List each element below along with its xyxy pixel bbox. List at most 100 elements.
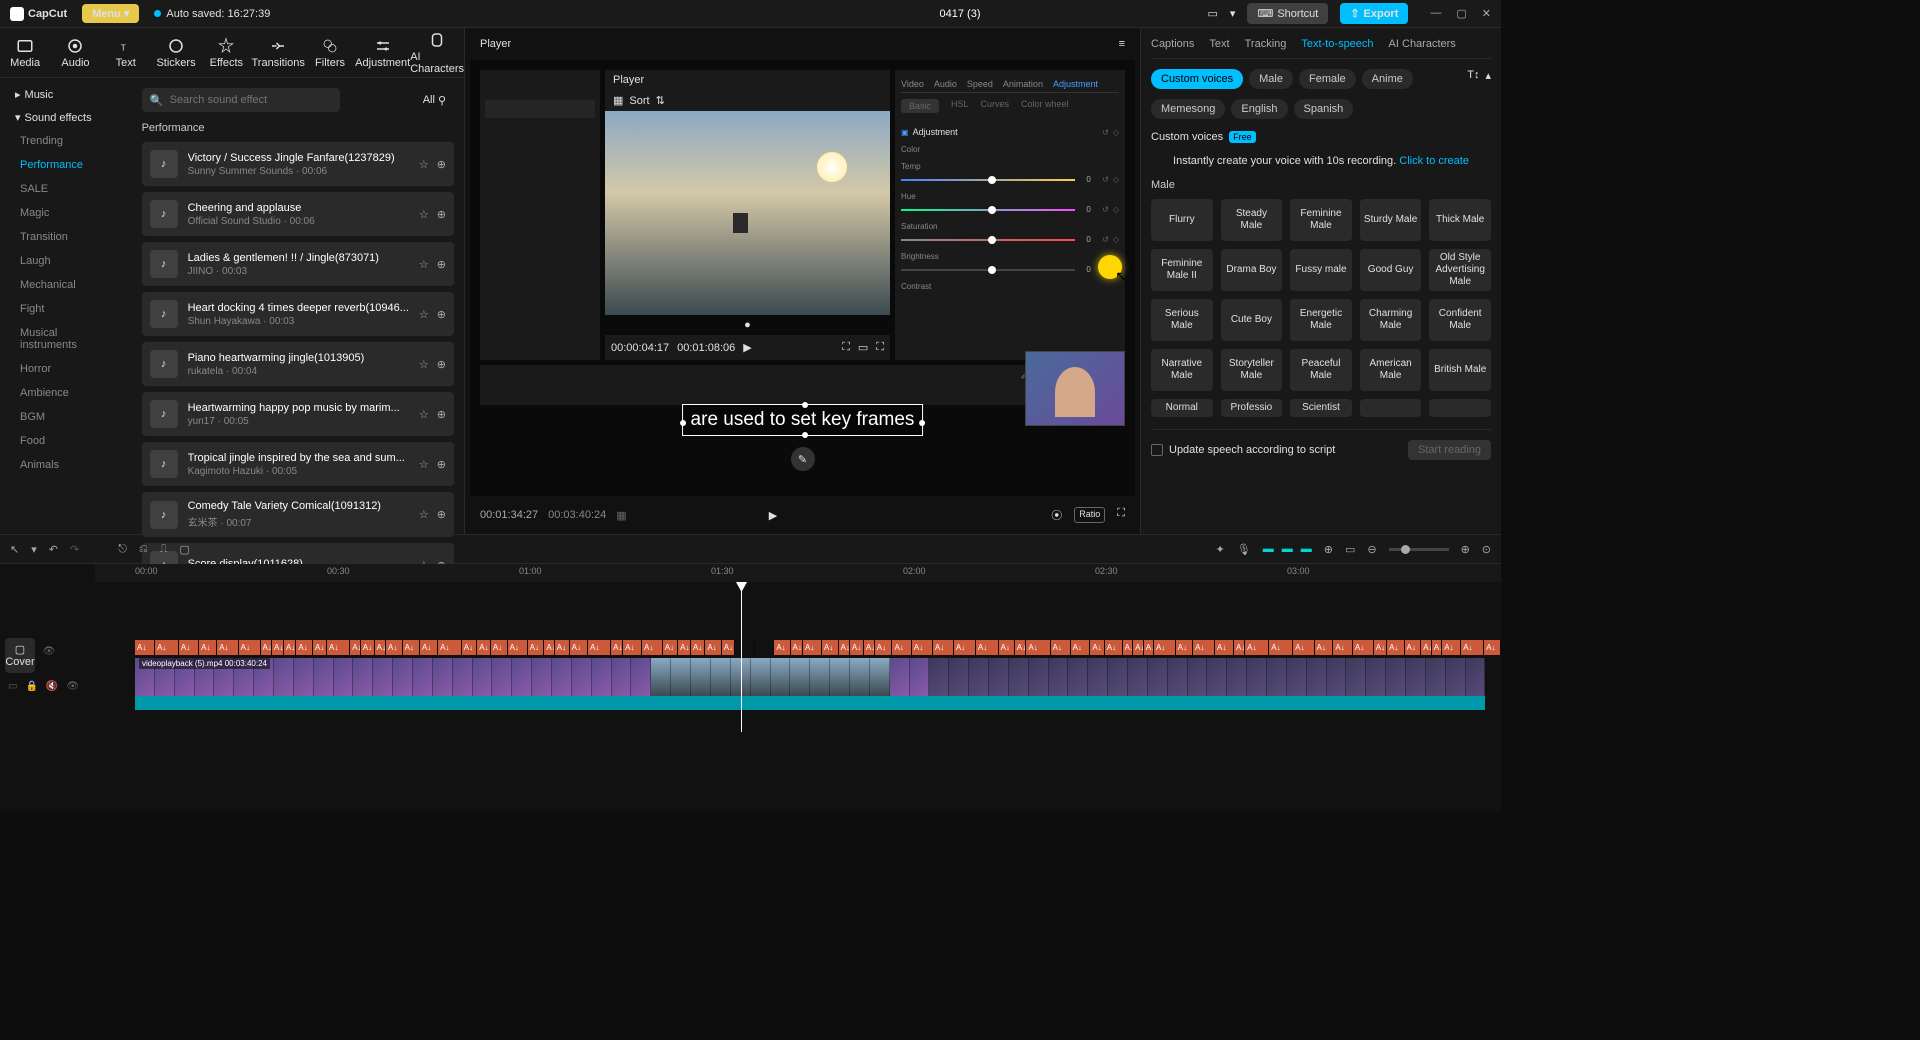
favorite-icon[interactable]: ☆: [419, 358, 429, 371]
voice-item[interactable]: Flurry: [1151, 199, 1213, 241]
zoom-fit-icon[interactable]: ⊙: [1482, 543, 1491, 556]
caption-clip[interactable]: A↓: [976, 640, 999, 655]
tab-adjustment[interactable]: Adjustment: [355, 28, 410, 77]
sound-item[interactable]: ♪Comedy Tale Variety Comical(1091312)玄米茶…: [142, 492, 454, 537]
download-icon[interactable]: ⊕: [437, 458, 446, 471]
tab-transitions[interactable]: Transitions: [251, 28, 304, 77]
caption-clip[interactable]: [755, 640, 774, 655]
favorite-icon[interactable]: ☆: [419, 158, 429, 171]
tab-effects[interactable]: Effects: [201, 28, 251, 77]
download-icon[interactable]: ⊕: [437, 208, 446, 221]
caption-clip[interactable]: A↓: [462, 640, 478, 655]
voice-item[interactable]: Fussy male: [1290, 249, 1352, 291]
caption-clip[interactable]: A↓: [722, 640, 736, 655]
caption-clip[interactable]: [735, 640, 754, 655]
magic-icon[interactable]: ✦: [1216, 543, 1225, 556]
filter-all-button[interactable]: All⚲: [415, 90, 454, 111]
fullscreen-icon[interactable]: ⛶: [1117, 507, 1125, 523]
voice-item[interactable]: Sturdy Male: [1360, 199, 1422, 241]
caption-clip[interactable]: A↓: [933, 640, 954, 655]
tab-tracking[interactable]: Tracking: [1245, 38, 1287, 50]
magnet2-icon[interactable]: ▬: [1282, 543, 1293, 555]
tab-text[interactable]: Text: [1209, 38, 1229, 50]
caption-clip[interactable]: A↓: [1421, 640, 1432, 655]
caption-clip[interactable]: A↓: [403, 640, 420, 655]
compare-icon[interactable]: ▦: [616, 509, 626, 522]
tab-stickers[interactable]: Stickers: [151, 28, 201, 77]
download-icon[interactable]: ⊕: [437, 358, 446, 371]
caption-clip[interactable]: A↓: [691, 640, 705, 655]
nav-horror[interactable]: Horror: [0, 357, 132, 381]
shortcut-button[interactable]: ⌨ Shortcut: [1247, 3, 1328, 24]
caption-clip[interactable]: A↓: [508, 640, 528, 655]
search-input[interactable]: [142, 88, 340, 112]
nav-food[interactable]: Food: [0, 429, 132, 453]
caption-clip[interactable]: A↓: [1461, 640, 1484, 655]
chevron-down-icon[interactable]: ▾: [1230, 7, 1236, 20]
favorite-icon[interactable]: ☆: [419, 308, 429, 321]
caption-track[interactable]: A↓A↓A↓A↓A↓A↓A↓A↓A↓A↓A↓A↓A↓A↓A↓A↓A↓A↓A↓A↓…: [135, 640, 1501, 655]
voice-item[interactable]: [1360, 399, 1422, 417]
nav-animals[interactable]: Animals: [0, 453, 132, 477]
caption-clip[interactable]: A↓: [791, 640, 803, 655]
cat-female[interactable]: Female: [1299, 69, 1356, 89]
resize-handle[interactable]: [680, 420, 686, 426]
close-icon[interactable]: ✕: [1482, 7, 1491, 20]
caption-clip[interactable]: A↓: [1193, 640, 1215, 655]
caption-clip[interactable]: A↓: [1090, 640, 1104, 655]
timeline-ruler[interactable]: 00:00 00:30 01:00 01:30 02:00 02:30 03:0…: [95, 564, 1501, 582]
voice-item[interactable]: Narrative Male: [1151, 349, 1213, 391]
voice-item[interactable]: Drama Boy: [1221, 249, 1283, 291]
voice-item[interactable]: Peaceful Male: [1290, 349, 1352, 391]
ratio-button[interactable]: Ratio: [1074, 507, 1105, 523]
nav-laugh[interactable]: Laugh: [0, 249, 132, 273]
magnet1-icon[interactable]: ▬: [1263, 543, 1274, 555]
sound-item[interactable]: ♪Victory / Success Jingle Fanfare(123782…: [142, 142, 454, 186]
mute-icon[interactable]: 🔇: [46, 681, 58, 692]
export-button[interactable]: ⇧ Export: [1340, 3, 1408, 24]
sound-item[interactable]: ♪Tropical jingle inspired by the sea and…: [142, 442, 454, 486]
caption-clip[interactable]: A↓: [839, 640, 850, 655]
caption-clip[interactable]: A↓: [528, 640, 545, 655]
caption-clip[interactable]: A↓: [1442, 640, 1461, 655]
caption-clip[interactable]: A↓: [350, 640, 361, 655]
menu-button[interactable]: Menu ▾: [82, 4, 139, 23]
voice-item[interactable]: Old Style Advertising Male: [1429, 249, 1491, 291]
caption-clip[interactable]: A↓: [261, 640, 272, 655]
caption-clip[interactable]: A↓: [375, 640, 386, 655]
caption-clip[interactable]: A↓: [1269, 640, 1293, 655]
download-icon[interactable]: ⊕: [437, 308, 446, 321]
caption-clip[interactable]: A↓: [1144, 640, 1154, 655]
tab-ai-characters[interactable]: AI Characters: [1389, 38, 1456, 50]
voice-item[interactable]: [1429, 399, 1491, 417]
voice-item[interactable]: Charming Male: [1360, 299, 1422, 341]
cover-button[interactable]: ▢ Cover: [5, 638, 35, 673]
cat-english[interactable]: English: [1231, 99, 1287, 119]
download-icon[interactable]: ⊕: [437, 408, 446, 421]
caption-clip[interactable]: A↓: [1315, 640, 1334, 655]
tab-media[interactable]: Media: [0, 28, 50, 77]
caption-edit-icon[interactable]: ✎: [791, 447, 815, 471]
caption-clip[interactable]: A↓: [850, 640, 864, 655]
voice-item[interactable]: Energetic Male: [1290, 299, 1352, 341]
split-icon[interactable]: ⎋: [118, 543, 127, 556]
playhead[interactable]: [741, 582, 742, 732]
caption-clip[interactable]: A↓: [555, 640, 570, 655]
cat-custom-voices[interactable]: Custom voices: [1151, 69, 1243, 89]
nav-sale[interactable]: SALE: [0, 177, 132, 201]
nav-ambience[interactable]: Ambience: [0, 381, 132, 405]
caption-clip[interactable]: A↓: [1176, 640, 1193, 655]
cat-memesong[interactable]: Memesong: [1151, 99, 1225, 119]
voice-item[interactable]: Scientist: [1290, 399, 1352, 417]
caption-clip[interactable]: A↓: [1015, 640, 1027, 655]
collapse-icon[interactable]: ▴: [1485, 69, 1491, 89]
mic-icon[interactable]: 🎙: [1237, 543, 1251, 556]
visibility-icon[interactable]: 👁: [43, 646, 56, 657]
caption-clip[interactable]: A↓: [822, 640, 839, 655]
dropdown-icon[interactable]: ▾: [31, 543, 37, 556]
caption-clip[interactable]: A↓: [1333, 640, 1353, 655]
voice-item[interactable]: American Male: [1360, 349, 1422, 391]
split-right-icon[interactable]: ⎍: [160, 543, 168, 556]
nav-trending[interactable]: Trending: [0, 129, 132, 153]
sound-item[interactable]: ♪Cheering and applauseOfficial Sound Stu…: [142, 192, 454, 236]
